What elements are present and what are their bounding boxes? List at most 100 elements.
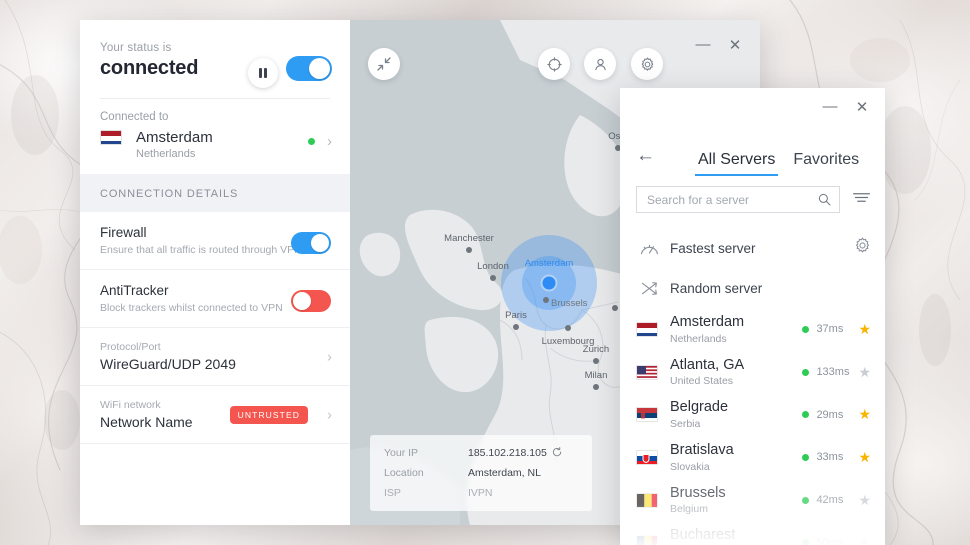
city-label: Paris — [505, 310, 527, 321]
server-country: Netherlands — [670, 332, 727, 345]
back-arrow-icon[interactable]: ← — [636, 146, 655, 165]
fastest-server-settings-button[interactable] — [854, 237, 871, 259]
server-text: Atlanta, GA United States — [670, 357, 802, 388]
list-item-bucharest[interactable]: Bucharest Romania 50ms ★ — [620, 521, 885, 545]
flag-slovakia-icon — [636, 449, 658, 465]
pause-icon — [259, 68, 262, 78]
location-row: Location Amsterdam, NL — [384, 467, 578, 479]
city-dot — [593, 384, 599, 390]
city-label: Zurich — [582, 344, 610, 355]
row-firewall[interactable]: Firewall Ensure that all traffic is rout… — [80, 212, 350, 270]
sidebar: Your status is connected Connected to Am… — [80, 20, 350, 525]
server-city: Brussels — [670, 484, 726, 501]
account-button[interactable] — [584, 48, 616, 80]
server-status-dot — [802, 325, 810, 333]
favorite-star-icon[interactable]: ★ — [858, 449, 871, 466]
settings-button[interactable] — [631, 48, 663, 80]
connected-server-row: Amsterdam — [100, 129, 330, 146]
connection-details-header: CONNECTION DETAILS — [80, 174, 350, 212]
map-city-zurich: Zurich — [583, 344, 609, 364]
servers-minimize-button[interactable]: — — [819, 98, 841, 115]
your-ip-value: 185.102.218.105 — [468, 447, 547, 459]
location-value: Amsterdam, NL — [468, 467, 541, 479]
ip-info-card: Your IP 185.102.218.105 Location Amsterd… — [370, 435, 592, 511]
server-city: Bucharest — [670, 527, 736, 544]
flag-belgium-icon — [636, 492, 658, 508]
flag-romania-icon — [636, 535, 658, 545]
list-item-bratislava[interactable]: Bratislava Slovakia 33ms ★ — [620, 436, 885, 479]
row-antitracker[interactable]: AntiTracker Block trackers whilst connec… — [80, 270, 350, 328]
search-input[interactable] — [647, 192, 818, 207]
server-country: Serbia — [670, 418, 701, 431]
favorite-star-icon[interactable]: ★ — [858, 321, 871, 338]
quick-random-server[interactable]: Random server — [620, 271, 885, 308]
status-dot — [308, 138, 315, 145]
refresh-icon[interactable] — [552, 447, 562, 457]
firewall-toggle[interactable] — [291, 232, 331, 254]
connected-to-block[interactable]: Connected to Amsterdam Netherlands › — [80, 99, 350, 174]
protocol-value: WireGuard/UDP 2049 — [100, 356, 236, 372]
location-label: Location — [384, 467, 424, 479]
connected-city: Amsterdam — [136, 129, 213, 146]
server-text: Bratislava Slovakia — [670, 442, 802, 473]
chevron-right-icon[interactable]: › — [327, 133, 332, 150]
speedometer-icon — [636, 241, 662, 256]
toggle-knob — [311, 234, 329, 252]
filter-button[interactable] — [852, 191, 871, 209]
chevron-right-icon[interactable]: › — [327, 406, 332, 423]
quick-fastest-server[interactable]: Fastest server — [620, 225, 885, 271]
favorite-star-icon[interactable]: ★ — [858, 492, 871, 509]
map-toolbar: — ✕ — [350, 20, 760, 80]
tab-all-servers[interactable]: All Servers — [694, 151, 779, 176]
close-button[interactable]: ✕ — [724, 36, 746, 54]
tab-favorites[interactable]: Favorites — [793, 151, 859, 176]
isp-row: ISP IVPN — [384, 487, 578, 499]
minimize-button[interactable]: — — [692, 36, 714, 53]
list-item-belgrade[interactable]: Belgrade Serbia 29ms ★ — [620, 393, 885, 436]
collapse-icon — [377, 57, 391, 71]
list-item-atlanta[interactable]: Atlanta, GA United States 133ms ★ — [620, 351, 885, 394]
server-city: Belgrade — [670, 399, 729, 416]
antitracker-toggle[interactable] — [291, 290, 331, 312]
server-country: United States — [670, 375, 734, 388]
server-ping: 29ms — [816, 408, 844, 421]
isp-label: ISP — [384, 487, 401, 499]
server-text: Belgrade Serbia — [670, 399, 802, 430]
server-text: Amsterdam Netherlands — [670, 314, 802, 345]
server-city: Bratislava — [670, 442, 734, 459]
list-item-amsterdam[interactable]: Amsterdam Netherlands 37ms ★ — [620, 308, 885, 351]
server-status-dot — [802, 453, 810, 461]
connected-to-label: Connected to — [100, 111, 169, 123]
connected-status-group: › — [308, 133, 332, 150]
server-ping: 42ms — [816, 494, 844, 507]
favorite-star-icon[interactable]: ★ — [858, 406, 871, 423]
city-dot — [543, 297, 549, 303]
city-dot — [466, 247, 472, 253]
connected-country: Netherlands — [136, 148, 196, 160]
protocol-label: Protocol/Port — [100, 341, 161, 353]
map-city-paris: Paris — [505, 310, 527, 330]
list-item-brussels[interactable]: Brussels Belgium 42ms ★ — [620, 479, 885, 522]
city-dot — [565, 325, 571, 331]
flag-netherlands-icon — [636, 321, 658, 337]
collapse-button[interactable] — [368, 48, 400, 80]
server-status-dot — [802, 539, 810, 545]
flag-serbia-icon — [636, 407, 658, 423]
vpn-master-toggle[interactable] — [286, 56, 332, 81]
row-wifi-network[interactable]: WiFi network Network Name UNTRUSTED › — [80, 386, 350, 444]
chevron-right-icon[interactable]: › — [327, 348, 332, 365]
search-box[interactable] — [636, 186, 840, 213]
map-city-brussels: Brussels — [543, 297, 587, 309]
row-protocol-port[interactable]: Protocol/Port WireGuard/UDP 2049 › — [80, 328, 350, 386]
favorite-star-icon[interactable]: ★ — [858, 364, 871, 381]
city-dot — [593, 358, 599, 364]
servers-titlebar: — ✕ — [620, 88, 885, 130]
favorite-star-icon[interactable]: ★ — [858, 534, 871, 545]
server-text: Bucharest Romania — [670, 527, 802, 545]
server-city: Atlanta, GA — [670, 356, 745, 373]
pause-button[interactable] — [248, 58, 278, 88]
server-text: Brussels Belgium — [670, 485, 802, 516]
locate-button[interactable] — [538, 48, 570, 80]
server-ping: 33ms — [816, 451, 844, 464]
servers-close-button[interactable]: ✕ — [851, 98, 873, 116]
